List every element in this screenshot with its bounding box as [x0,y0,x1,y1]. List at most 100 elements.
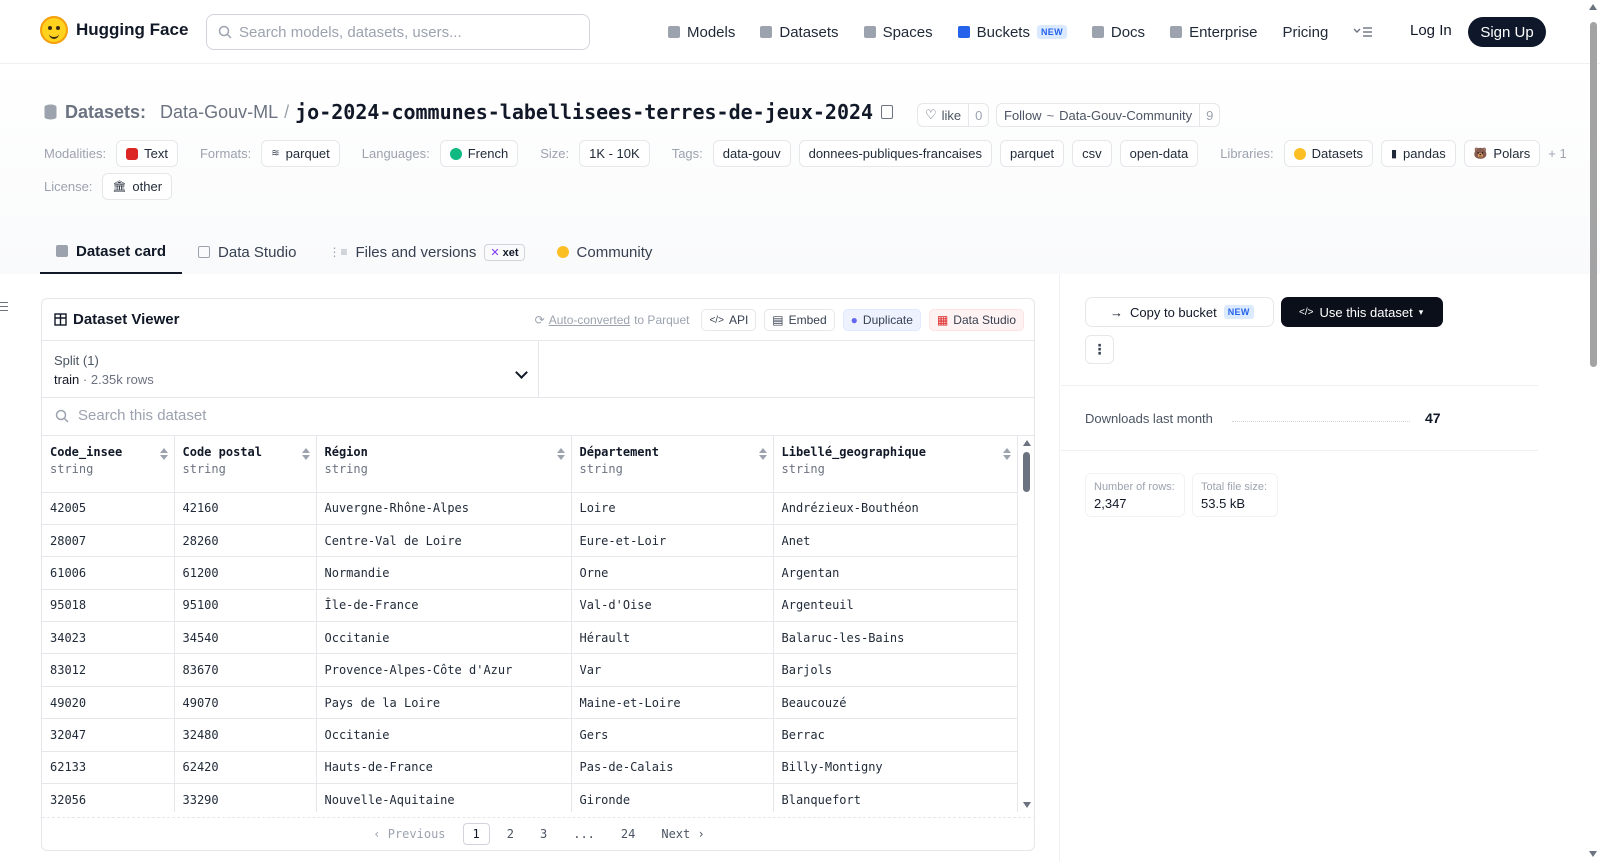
table-cell[interactable]: Andrézieux-Bouthéon [773,492,1018,525]
dataset-search-input[interactable]: Search this dataset [42,398,1034,436]
table-cell[interactable]: 28007 [42,524,175,558]
table-cell[interactable]: 34023 [42,621,175,655]
nav-models[interactable]: Models [668,24,735,41]
embed-button[interactable]: ▤ Embed [764,309,835,331]
pagination-page-2[interactable]: 2 [498,824,523,844]
api-button[interactable]: </> API [701,309,757,331]
nav-pricing[interactable]: Pricing [1282,24,1328,41]
nav-docs[interactable]: Docs [1091,24,1145,41]
table-cell[interactable]: Argentan [773,556,1018,590]
library-tag-polars[interactable]: 🐻 Polars [1463,140,1541,167]
table-cell[interactable]: Provence-Alpes-Côte d'Azur [316,653,572,687]
split-select[interactable]: Split (1) train · 2.35k rows [42,341,539,398]
tag-donnees-publiques[interactable]: donnees-publiques-francaises [798,140,993,167]
page-scroll-thumb[interactable] [1590,22,1597,367]
search-input[interactable]: Search models, datasets, users... [206,14,590,50]
tab-files-versions[interactable]: ⋮≡ Files and versions ✕ xet [312,230,540,274]
sidebar-toggle-icon[interactable] [0,302,9,314]
more-options-button[interactable]: ⋮ [1085,335,1114,364]
sort-icon[interactable] [160,448,167,460]
table-cell[interactable]: Berrac [773,718,1018,752]
table-cell[interactable]: Centre-Val de Loire [316,524,572,558]
table-cell[interactable]: 32056 [42,783,175,812]
table-cell[interactable]: Orne [571,556,774,590]
size-tag[interactable]: 1K - 10K [579,140,650,167]
page-scrollbar[interactable] [1586,0,1600,861]
like-button[interactable]: ♡ like 0 [917,103,990,127]
modality-tag-text[interactable]: Text [116,140,178,167]
table-cell[interactable]: 28260 [174,524,317,558]
table-cell[interactable]: Billy-Montigny [773,751,1018,785]
table-cell[interactable]: Var [571,653,774,687]
use-dataset-button[interactable]: </> Use this dataset ▾ [1281,297,1443,327]
column-header[interactable]: Région string [316,436,572,493]
table-scrollbar[interactable] [1020,436,1034,812]
sort-icon[interactable] [1003,448,1010,460]
duplicate-button[interactable]: ● Duplicate [842,309,921,331]
table-cell[interactable]: 42005 [42,492,175,525]
tag-csv[interactable]: csv [1072,140,1112,167]
brand-logo[interactable]: Hugging Face [40,16,188,44]
table-cell[interactable]: Maine-et-Loire [571,686,774,720]
table-cell[interactable]: Anet [773,524,1018,558]
column-header[interactable]: Libellé_geographique string [773,436,1018,493]
table-cell[interactable]: Pays de la Loire [316,686,572,720]
table-cell[interactable]: Blanquefort [773,783,1018,812]
table-cell[interactable]: Occitanie [316,718,572,752]
signup-button[interactable]: Sign Up [1468,17,1546,47]
pagination-page-3[interactable]: 3 [531,824,556,844]
sort-icon[interactable] [759,448,766,460]
repo-name[interactable]: jo-2024-communes-labellisees-terres-de-j… [295,100,873,124]
table-cell[interactable]: Hauts-de-France [316,751,572,785]
sort-icon[interactable] [302,448,309,460]
language-tag-french[interactable]: French [439,140,519,167]
table-cell[interactable]: 32480 [174,718,317,752]
table-cell[interactable]: 95100 [174,589,317,623]
tab-data-studio[interactable]: Data Studio [182,230,312,274]
section-label[interactable]: Datasets: [65,102,146,123]
table-cell[interactable]: 62420 [174,751,317,785]
library-tag-datasets[interactable]: Datasets [1283,140,1373,167]
table-cell[interactable]: Auvergne-Rhône-Alpes [316,492,572,525]
table-cell[interactable]: Beaucouzé [773,686,1018,720]
auto-converted-link[interactable]: Auto-converted [549,313,630,327]
table-cell[interactable]: Barjols [773,653,1018,687]
table-cell[interactable]: 61006 [42,556,175,590]
tag-data-gouv[interactable]: data-gouv [712,140,791,167]
table-cell[interactable]: 32047 [42,718,175,752]
table-cell[interactable]: Pas-de-Calais [571,751,774,785]
scroll-down-icon[interactable] [1023,802,1031,808]
tab-dataset-card[interactable]: Dataset card [40,230,183,274]
table-cell[interactable]: Gironde [571,783,774,812]
table-cell[interactable]: Occitanie [316,621,572,655]
table-cell[interactable]: 83670 [174,653,317,687]
table-cell[interactable]: Nouvelle-Aquitaine [316,783,572,812]
nav-buckets[interactable]: Buckets NEW [957,24,1067,41]
data-studio-button[interactable]: ▦ Data Studio [928,309,1024,331]
follow-button[interactable]: Follow ~ Data-Gouv-Community 9 [996,103,1221,127]
tab-community[interactable]: Community [541,230,669,274]
table-cell[interactable]: 33290 [174,783,317,812]
nav-datasets[interactable]: Datasets [760,24,839,41]
table-cell[interactable]: 83012 [42,653,175,687]
copy-to-bucket-button[interactable]: → Copy to bucket NEW [1085,297,1274,327]
pagination-page-1[interactable]: 1 [462,823,490,845]
table-cell[interactable]: Île-de-France [316,589,572,623]
table-cell[interactable]: Normandie [316,556,572,590]
pagination-next[interactable]: Next › [652,824,713,844]
scroll-thumb[interactable] [1023,452,1030,492]
libraries-more[interactable]: + 1 [1548,146,1566,161]
column-header[interactable]: Code postal string [174,436,317,493]
org-link[interactable]: Data-Gouv-ML [160,102,278,123]
column-header[interactable]: Département string [571,436,774,493]
table-cell[interactable]: Val-d'Oise [571,589,774,623]
scroll-down-icon[interactable] [1589,851,1597,857]
table-cell[interactable]: 34540 [174,621,317,655]
table-cell[interactable]: 61200 [174,556,317,590]
nav-spaces[interactable]: Spaces [863,24,933,41]
tag-parquet[interactable]: parquet [1000,140,1065,167]
nav-more-menu[interactable] [1353,26,1373,38]
tag-open-data[interactable]: open-data [1119,140,1199,167]
pagination-page-24[interactable]: 24 [612,824,644,844]
table-cell[interactable]: 42160 [174,492,317,525]
